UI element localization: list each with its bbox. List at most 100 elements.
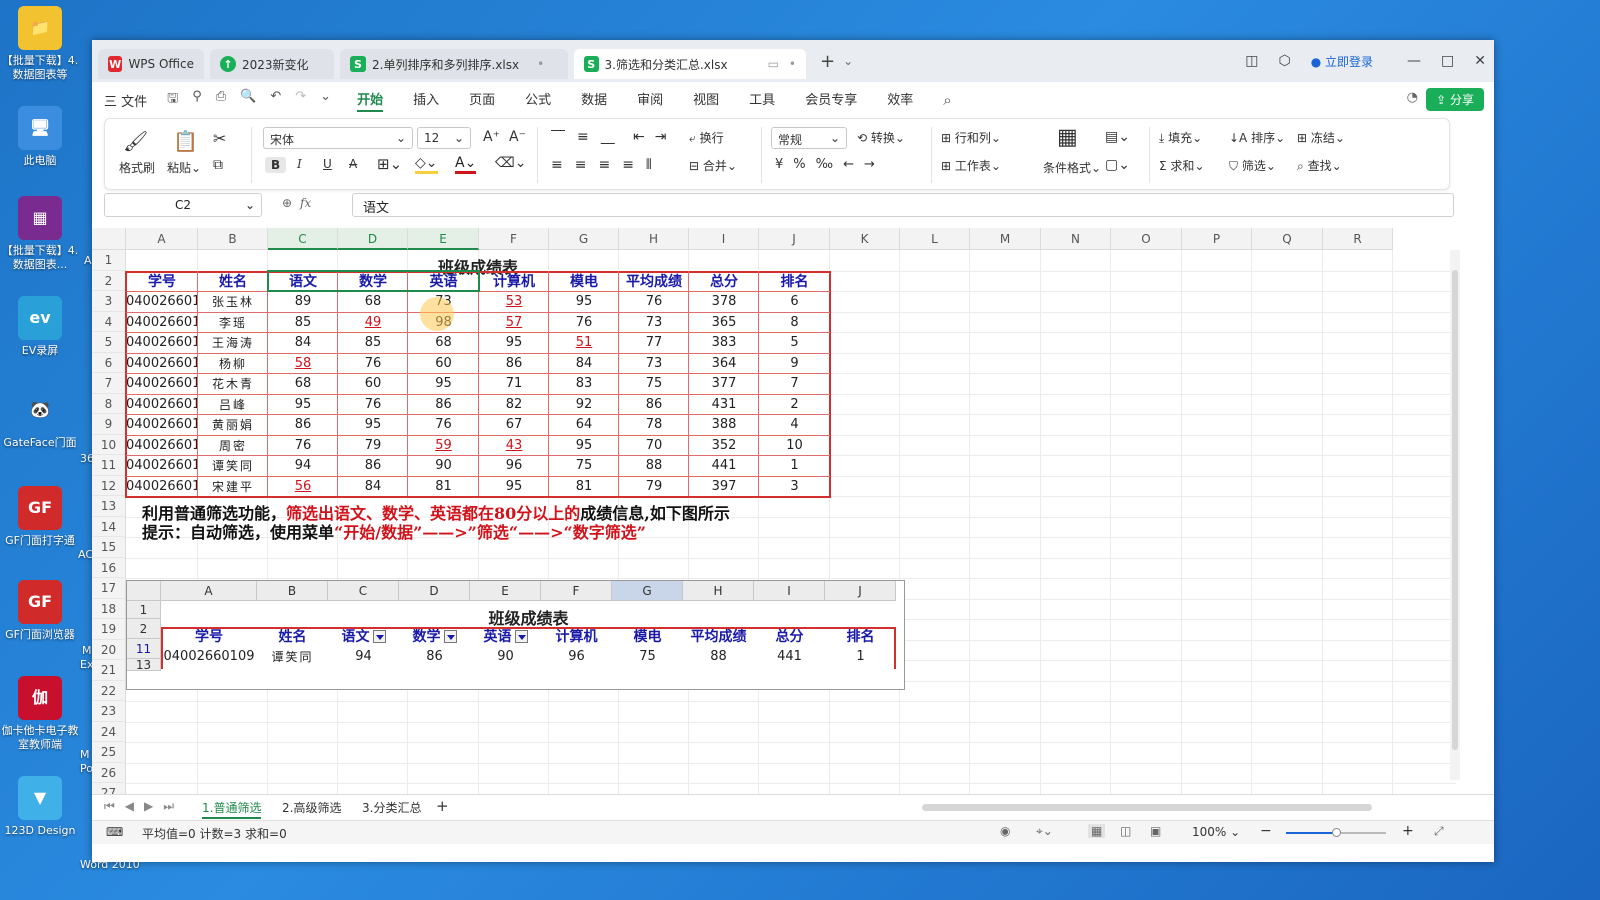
score-cell[interactable]: 84 [338,476,408,497]
desktop-icon[interactable]: ev EV录屏 [0,296,80,358]
column-header[interactable]: G [549,228,619,250]
row-header[interactable]: 8 [92,393,126,414]
table-header-cell[interactable]: 姓名 [198,271,268,292]
chevron-down-icon[interactable]: ⌄ [320,89,331,111]
table-header-cell[interactable]: 英语 [408,271,479,292]
row-header[interactable]: 26 [92,762,126,783]
row-header[interactable]: 22 [92,680,126,701]
share-button[interactable]: ⇪ 分享 [1426,88,1484,111]
student-id-cell[interactable]: 04002660109 [126,455,198,476]
sheet-tab-subtotal[interactable]: 3.分类汇总 [362,799,421,816]
menu-tab[interactable]: 插入 [413,89,439,112]
column-header[interactable]: N [1041,228,1111,250]
zoom-out-button[interactable]: − [1260,823,1272,839]
monitor-icon[interactable]: ▭ [768,57,779,71]
fullscreen-icon[interactable]: ⤢ [1434,824,1444,839]
desktop-icon[interactable]: 📁 【批量下载】4.数据图表等 [0,6,80,82]
score-cell[interactable]: 364 [689,353,759,374]
column-header[interactable]: B [198,228,268,250]
column-header[interactable]: M [970,228,1041,250]
student-name-cell[interactable]: 谭笑同 [198,455,268,476]
score-cell[interactable]: 9 [759,353,830,374]
sheet-tab-basic-filter[interactable]: 1.普通筛选 [202,799,262,819]
formula-input[interactable]: 语文 [352,193,1454,217]
row-header[interactable]: 23 [92,701,126,722]
student-name-cell[interactable]: 宋建平 [198,476,268,497]
score-cell[interactable]: 383 [689,332,759,353]
font-size-select[interactable]: 12 ⌄ [417,127,471,149]
row-header[interactable]: 21 [92,660,126,681]
row-header[interactable]: 6 [92,352,126,373]
name-box[interactable]: C2 ⌄ [104,193,262,217]
login-button[interactable]: ● 立即登录 [1311,53,1373,70]
column-header[interactable]: I [689,228,759,250]
score-cell[interactable]: 64 [549,414,619,435]
zoom-formula-icon[interactable]: ⊕ [282,196,292,210]
close-button[interactable]: ✕ [1474,53,1486,69]
score-cell[interactable]: 3 [759,476,830,497]
font-name-select[interactable]: 宋体 ⌄ [263,127,413,149]
score-cell[interactable]: 94 [268,455,338,476]
score-cell[interactable]: 81 [549,476,619,497]
chat-icon[interactable]: ◔ [1407,90,1418,105]
row-header[interactable]: 10 [92,434,126,455]
table-header-cell[interactable]: 模电 [549,271,619,292]
student-id-cell[interactable]: 04002660102 [126,312,198,333]
redo-icon[interactable]: ↷ [295,89,306,111]
desktop-icon[interactable]: ▼ 123D Design [0,776,80,838]
score-cell[interactable]: 59 [408,435,479,456]
score-cell[interactable]: 67 [479,414,549,435]
number-format-icons[interactable]: ¥%‰←→ [775,157,885,172]
score-cell[interactable]: 377 [689,373,759,394]
paste-icon[interactable]: 📋 [173,129,198,153]
cell-style-icon[interactable]: ▤⌄ [1105,129,1130,145]
score-cell[interactable]: 89 [268,291,338,312]
border-icon[interactable]: ⊞⌄ [377,155,402,173]
score-cell[interactable]: 60 [338,373,408,394]
score-cell[interactable]: 73 [619,312,689,333]
score-cell[interactable]: 84 [549,353,619,374]
column-header[interactable]: R [1323,228,1393,250]
row-header[interactable]: 20 [92,639,126,660]
add-sheet-button[interactable]: + [436,797,449,815]
maximize-button[interactable]: □ [1441,53,1454,69]
row-header[interactable]: 5 [92,332,126,353]
menu-tab[interactable]: 会员专享 [805,89,857,112]
score-cell[interactable]: 70 [619,435,689,456]
student-name-cell[interactable]: 王海涛 [198,332,268,353]
score-cell[interactable]: 95 [549,435,619,456]
row-header[interactable]: 19 [92,619,126,640]
table-header-cell[interactable]: 学号 [126,271,198,292]
score-cell[interactable]: 49 [338,312,408,333]
conditional-format-icon[interactable]: ▦ [1057,125,1078,150]
normal-view-icon[interactable]: ▦ [1088,824,1106,838]
score-cell[interactable]: 95 [268,394,338,415]
page-break-icon[interactable]: ▣ [1150,824,1161,838]
desktop-icon[interactable]: GF GF门面打字通 [0,486,80,548]
format-painter-button[interactable]: 格式刷 [119,159,155,176]
find-button[interactable]: ⌕ 查找⌄ [1297,157,1342,174]
locate-icon[interactable]: ⌖⌄ [1036,824,1053,839]
score-cell[interactable]: 53 [479,291,549,312]
score-cell[interactable]: 378 [689,291,759,312]
row-header[interactable]: 2 [92,270,126,291]
sheet-nav-icons[interactable]: ⏮◀▶⏭ [104,799,184,814]
menu-tab[interactable]: 页面 [469,89,495,112]
student-id-cell[interactable]: 04002660108 [126,435,198,456]
student-name-cell[interactable]: 张玉林 [198,291,268,312]
eye-icon[interactable]: ◉ [1000,824,1010,838]
increase-font-icon[interactable]: A⁺ [483,129,500,145]
score-cell[interactable]: 95 [479,476,549,497]
minimize-button[interactable]: — [1407,53,1421,69]
format-painter-icon[interactable]: 🖌 [123,129,148,153]
column-header[interactable]: P [1182,228,1252,250]
sort-button[interactable]: ↓A 排序⌄ [1229,129,1285,146]
score-cell[interactable]: 85 [268,312,338,333]
score-cell[interactable]: 85 [338,332,408,353]
menu-tab[interactable]: 审阅 [637,89,663,112]
search-icon[interactable]: ⌕ [943,91,951,109]
desktop-icon[interactable]: 伽伽卡他卡电子教室教师端 [0,676,80,752]
score-cell[interactable]: 68 [268,373,338,394]
score-cell[interactable]: 95 [479,332,549,353]
score-cell[interactable]: 77 [619,332,689,353]
